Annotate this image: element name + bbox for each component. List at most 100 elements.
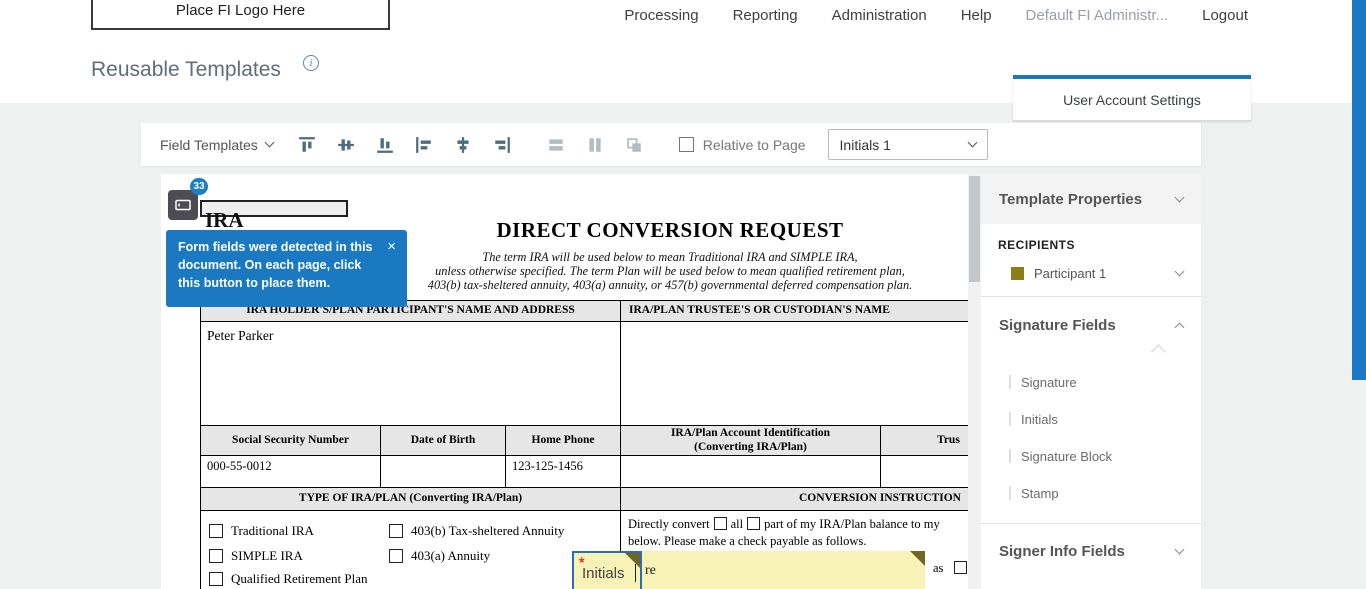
top-navigation: Processing Reporting Administration Help… bbox=[624, 0, 1248, 30]
holder-name-cell: Peter Parker bbox=[201, 322, 621, 425]
signer-info-fields-header[interactable]: Signer Info Fields bbox=[981, 537, 1201, 565]
panel-divider bbox=[981, 523, 1201, 524]
align-middle-icon[interactable] bbox=[337, 136, 355, 154]
field-select-dropdown[interactable]: Initials 1 bbox=[828, 129, 988, 160]
signer-info-fields-label: Signer Info Fields bbox=[999, 543, 1125, 560]
type-option-label: 403(b) Tax-sheltered Annuity bbox=[411, 523, 564, 539]
trustee-name-cell bbox=[621, 322, 968, 425]
chevron-down-icon bbox=[967, 138, 977, 148]
document-scrollbar-thumb[interactable] bbox=[969, 176, 980, 282]
recipients-section-label: RECIPIENTS bbox=[998, 238, 1075, 252]
field-templates-dropdown[interactable]: Field Templates bbox=[160, 137, 273, 153]
table-row: Peter Parker bbox=[201, 322, 968, 426]
checkbox-icon bbox=[714, 517, 727, 530]
ssn-value-cell: 000-55-0012 bbox=[201, 456, 381, 487]
panel-divider bbox=[981, 296, 1201, 297]
fields-detected-message: Form fields were detected in this docume… bbox=[178, 240, 373, 290]
match-size-icon[interactable] bbox=[625, 136, 643, 154]
align-right-icon[interactable] bbox=[493, 136, 511, 154]
nav-item-logout[interactable]: Logout bbox=[1202, 7, 1248, 24]
chevron-up-icon bbox=[1175, 322, 1185, 332]
align-top-icon[interactable] bbox=[298, 136, 316, 154]
chevron-down-icon bbox=[1175, 192, 1185, 202]
form-field-icon bbox=[174, 196, 192, 214]
type-header-cell: TYPE OF IRA/PLAN (Converting IRA/Plan) bbox=[201, 488, 621, 510]
chevron-down-icon bbox=[1175, 266, 1185, 276]
fi-logo-text: Place FI Logo Here bbox=[176, 2, 305, 19]
relative-to-page-label: Relative to Page bbox=[703, 137, 806, 153]
page-title: Reusable Templates bbox=[91, 58, 281, 82]
column-header: Home Phone bbox=[506, 426, 621, 455]
nav-item-processing[interactable]: Processing bbox=[624, 7, 698, 24]
relative-to-page-control: Relative to Page bbox=[679, 137, 806, 153]
document-page: 33 IRA Form fields were detected in this… bbox=[161, 174, 968, 589]
relative-to-page-checkbox[interactable] bbox=[679, 137, 694, 152]
type-option: Traditional IRA bbox=[209, 523, 314, 539]
conversion-line-1: Directly convert all part of my IRA/Plan b… bbox=[628, 517, 968, 532]
conversion-all-label: all bbox=[731, 517, 744, 531]
template-properties-label: Template Properties bbox=[999, 191, 1142, 208]
column-header: Trus bbox=[881, 426, 968, 455]
match-height-icon[interactable] bbox=[586, 136, 604, 154]
conversion-part-label: part of my IRA/Plan balance to my bbox=[764, 517, 940, 531]
checkbox-icon bbox=[209, 549, 223, 563]
table-row: Social Security Number Date of Birth Hom… bbox=[201, 426, 968, 456]
type-option: SIMPLE IRA bbox=[209, 548, 303, 564]
type-option: 403(a) Annuity bbox=[389, 548, 490, 564]
field-item-signature-block[interactable]: Signature Block bbox=[1021, 445, 1181, 467]
field-corner-marker bbox=[625, 553, 640, 568]
nav-item-reporting[interactable]: Reporting bbox=[733, 7, 798, 24]
type-option-label: Traditional IRA bbox=[231, 523, 314, 539]
placed-initials-field[interactable]: * Initials bbox=[572, 551, 642, 589]
checkbox-icon bbox=[747, 517, 760, 530]
fields-detected-tooltip: Form fields were detected in this docume… bbox=[166, 230, 407, 307]
participant-color-swatch bbox=[1011, 267, 1024, 280]
chevron-down-icon bbox=[1175, 544, 1185, 554]
phone-value-cell: 123-125-1456 bbox=[506, 456, 621, 487]
underlying-text: re bbox=[645, 563, 656, 579]
as-label: as bbox=[933, 561, 943, 575]
field-item-signature[interactable]: Signature bbox=[1021, 371, 1181, 393]
checkbox-icon bbox=[209, 572, 223, 586]
user-account-settings-button[interactable]: User Account Settings bbox=[1013, 75, 1251, 121]
field-item-initials[interactable]: Initials bbox=[1021, 408, 1181, 430]
document-scrollbar[interactable] bbox=[968, 174, 981, 589]
field-select-value: Initials 1 bbox=[840, 137, 891, 153]
type-option-label: Qualified Retirement Plan bbox=[231, 571, 367, 587]
nav-item-administration[interactable]: Administration bbox=[832, 7, 927, 24]
top-bar: Place FI Logo Here Processing Reporting … bbox=[0, 0, 1366, 30]
designer-toolbar: Field Templates bbox=[141, 123, 1201, 166]
place-detected-fields-button[interactable] bbox=[168, 190, 198, 220]
signature-fields-label: Signature Fields bbox=[999, 317, 1116, 334]
column-header: Social Security Number bbox=[201, 426, 381, 455]
checkbox-icon bbox=[389, 549, 403, 563]
conversion-text: Directly convert bbox=[628, 517, 710, 531]
page-scrollbar-thumb[interactable] bbox=[1352, 0, 1366, 380]
table-row: 000-55-0012 123-125-1456 bbox=[201, 456, 968, 488]
info-icon[interactable]: i bbox=[303, 55, 319, 71]
nav-item-current-user[interactable]: Default FI Administr... bbox=[1026, 7, 1169, 24]
signature-fields-header[interactable]: Signature Fields bbox=[981, 311, 1201, 339]
field-templates-label: Field Templates bbox=[160, 137, 258, 153]
trustee-value-cell bbox=[881, 456, 968, 487]
fi-logo-placeholder: Place FI Logo Here bbox=[91, 0, 390, 30]
form-table: IRA HOLDER'S/PLAN PARTICIPANT'S NAME AND… bbox=[200, 300, 968, 589]
type-option: 403(b) Tax-sheltered Annuity bbox=[389, 523, 564, 539]
conversion-as-row: as bbox=[933, 561, 968, 576]
align-left-icon[interactable] bbox=[415, 136, 433, 154]
template-properties-header[interactable]: Template Properties bbox=[981, 174, 1201, 224]
match-width-icon[interactable] bbox=[547, 136, 565, 154]
close-icon[interactable]: × bbox=[387, 236, 396, 257]
recipient-participant-row[interactable]: Participant 1 bbox=[981, 260, 1201, 286]
checkbox-icon bbox=[389, 524, 403, 538]
participant-name: Participant 1 bbox=[1034, 266, 1106, 281]
detected-field-highlight[interactable]: re bbox=[642, 551, 925, 589]
type-option-label: SIMPLE IRA bbox=[231, 548, 303, 564]
align-center-icon[interactable] bbox=[454, 136, 472, 154]
account-id-value-cell bbox=[621, 456, 881, 487]
nav-item-help[interactable]: Help bbox=[961, 7, 992, 24]
table-row: TYPE OF IRA/PLAN (Converting IRA/Plan) C… bbox=[201, 488, 968, 511]
align-bottom-icon[interactable] bbox=[376, 136, 394, 154]
field-item-stamp[interactable]: Stamp bbox=[1021, 482, 1181, 504]
column-header: IRA/Plan Account Identification (Convert… bbox=[621, 426, 881, 455]
